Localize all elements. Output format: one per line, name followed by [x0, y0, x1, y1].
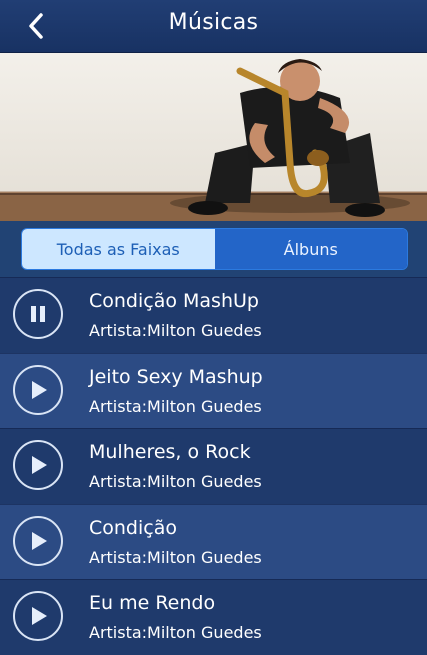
play-icon	[32, 531, 47, 550]
track-artist: Artista:Milton Guedes	[89, 396, 262, 416]
app-header: Músicas	[0, 0, 427, 53]
track-title: Mulheres, o Rock	[89, 441, 251, 463]
play-button[interactable]	[13, 591, 63, 641]
play-icon	[32, 456, 47, 474]
track-title: Eu me Rendo	[89, 592, 216, 614]
track-row[interactable]: Condição Artista:Milton Guedes	[0, 503, 427, 579]
play-button[interactable]	[13, 364, 63, 415]
pause-icon	[31, 306, 45, 322]
track-artist: Artista:Milton Guedes	[89, 321, 262, 340]
track-title: Jeito Sexy Mashup	[89, 365, 263, 388]
track-row[interactable]: Mulheres, o Rock Artista:Milton Guedes	[0, 428, 427, 504]
play-button[interactable]	[13, 440, 63, 490]
segmented-tabs: Todas as Faixas Álbuns	[21, 228, 408, 270]
page-title: Músicas	[168, 10, 259, 35]
tab-all-tracks[interactable]: Todas as Faixas	[22, 229, 215, 269]
track-row[interactable]: Condição MashUp Artista:Milton Guedes	[0, 277, 427, 353]
pause-button[interactable]	[13, 289, 63, 339]
track-row[interactable]: Eu me Rendo Artista:Milton Guedes	[0, 579, 427, 655]
track-list: Condição MashUp Artista:Milton Guedes Je…	[0, 277, 427, 655]
play-icon	[32, 607, 47, 625]
track-title: Condição	[89, 516, 177, 539]
track-title: Condição MashUp	[89, 290, 259, 312]
play-icon	[32, 380, 47, 399]
track-artist: Artista:Milton Guedes	[89, 547, 262, 567]
play-button[interactable]	[13, 515, 63, 566]
saxophonist-photo	[0, 59, 427, 221]
tab-albums[interactable]: Álbuns	[214, 229, 407, 269]
artist-banner-image	[0, 53, 427, 221]
track-row[interactable]: Jeito Sexy Mashup Artista:Milton Guedes	[0, 352, 427, 428]
track-artist: Artista:Milton Guedes	[89, 623, 262, 642]
track-artist: Artista:Milton Guedes	[89, 472, 262, 491]
